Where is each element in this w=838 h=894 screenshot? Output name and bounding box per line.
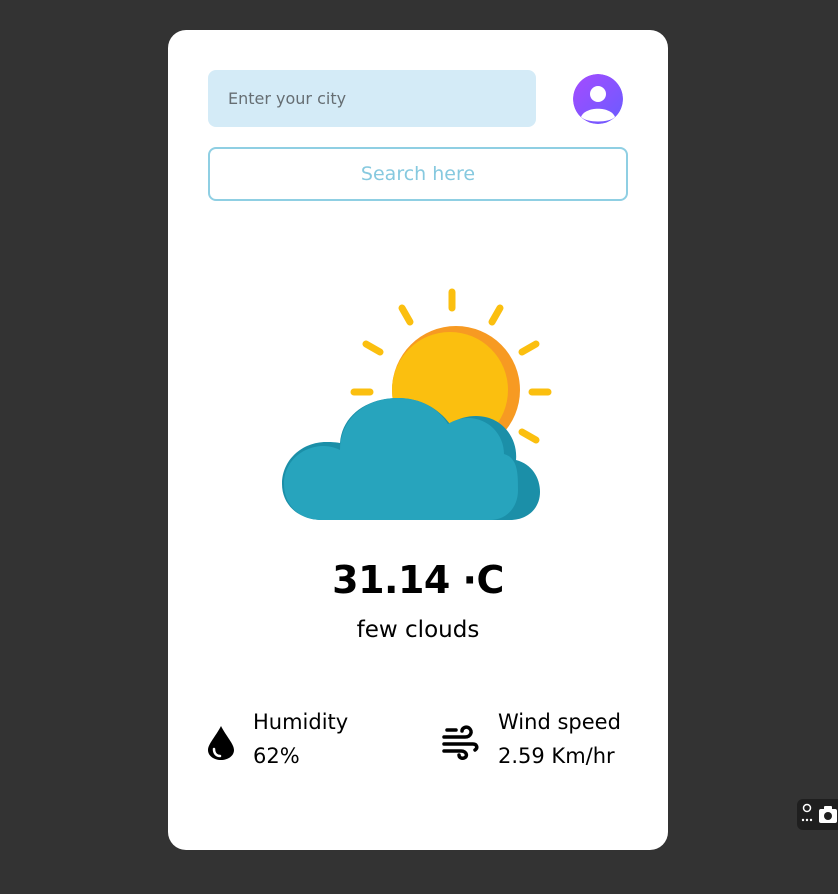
wind-icon [441, 724, 479, 764]
camera-icon [801, 803, 837, 823]
wind-speed-value: 2.59 Km/hr [498, 744, 615, 768]
user-avatar[interactable] [573, 74, 623, 124]
humidity-value: 62% [253, 744, 300, 768]
city-search-input[interactable] [208, 70, 536, 127]
weather-condition: few clouds [356, 617, 480, 643]
humidity-label: Humidity [253, 710, 349, 734]
weather-illustration [282, 286, 554, 524]
weather-card: Search here 31.14 ·C few clouds [168, 30, 668, 850]
user-avatar-icon [573, 74, 623, 124]
water-drop-icon [206, 724, 236, 766]
search-button[interactable]: Search here [208, 147, 628, 201]
wind-speed-label: Wind speed [498, 710, 621, 734]
screenshot-tool-widget[interactable] [797, 799, 838, 830]
sun-behind-cloud-icon [282, 288, 552, 520]
temperature-readout: 31.14 ·C [332, 558, 504, 602]
